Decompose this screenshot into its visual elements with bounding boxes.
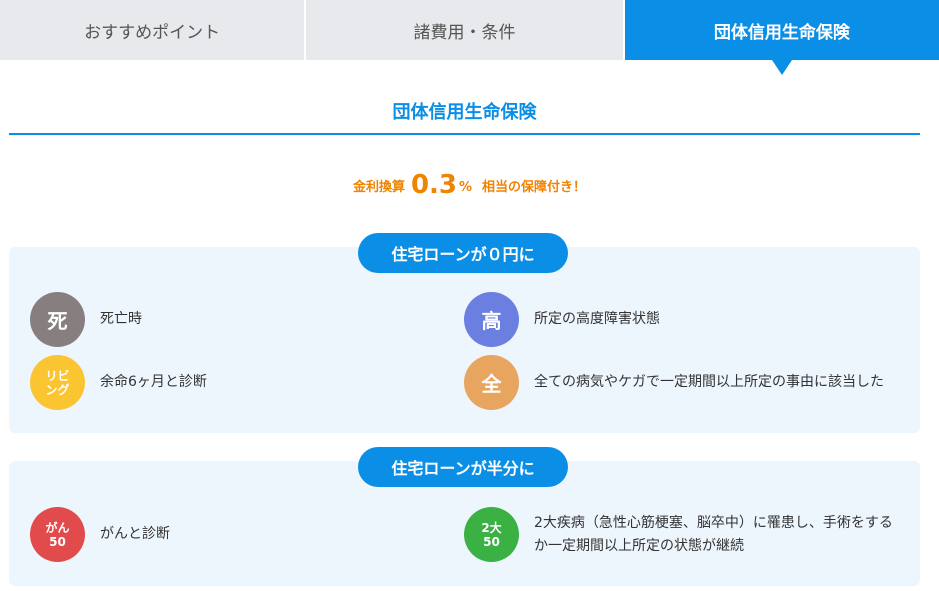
coverage-heading-zero: 住宅ローンが０円に (358, 233, 568, 273)
rate-equivalent-line: 金利換算 0.3% 相当の保障付き！ (0, 170, 939, 200)
two-diseases-badge-icon: 2大 50 (464, 507, 519, 562)
living-needs-badge-icon: リビ ング (30, 355, 85, 410)
rate-value: 0.3 (410, 170, 458, 200)
tab-bar: おすすめポイント 諸費用・条件 団体信用生命保険 (0, 0, 939, 75)
tab-fees-conditions[interactable]: 諸費用・条件 (306, 0, 623, 60)
title-divider (9, 133, 920, 135)
coverage-item-cancer: がん 50 がんと診断 (30, 507, 170, 562)
coverage-item-text: 死亡時 (100, 311, 142, 327)
coverage-item-severe-disability: 高 所定の高度障害状態 (464, 292, 660, 347)
rate-prefix: 金利換算 (352, 180, 405, 195)
coverage-heading-half: 住宅ローンが半分に (358, 447, 568, 487)
coverage-item-two-diseases: 2大 50 2大疾病（急性心筋梗塞、脳卒中）に罹患し、手術をするか一定期間以上所… (464, 507, 904, 562)
coverage-item-death: 死 死亡時 (30, 292, 142, 347)
coverage-item-text: 2大疾病（急性心筋梗塞、脳卒中）に罹患し、手術をするか一定期間以上所定の状態が継… (534, 514, 893, 554)
coverage-item-text: 所定の高度障害状態 (534, 311, 660, 327)
all-illness-badge-icon: 全 (464, 355, 519, 410)
coverage-item-text: 余命6ヶ月と診断 (100, 374, 207, 390)
severe-disability-badge-icon: 高 (464, 292, 519, 347)
tab-group-life-insurance[interactable]: 団体信用生命保険 (624, 0, 939, 75)
section-title: 団体信用生命保険 (392, 102, 537, 123)
rate-suffix: 相当の保障付き！ (482, 180, 587, 195)
coverage-item-text: 全ての病気やケガで一定期間以上所定の事由に該当した (534, 374, 884, 390)
coverage-item-living-needs: リビ ング 余命6ヶ月と診断 (30, 355, 207, 410)
tab-recommend-points[interactable]: おすすめポイント (0, 0, 305, 60)
cancer-badge-icon: がん 50 (30, 507, 85, 562)
rate-unit: % (459, 180, 473, 195)
death-badge-icon: 死 (30, 292, 85, 347)
coverage-item-text: がんと診断 (100, 526, 170, 542)
coverage-item-all-illness: 全 全ての病気やケガで一定期間以上所定の事由に該当した (464, 355, 904, 410)
